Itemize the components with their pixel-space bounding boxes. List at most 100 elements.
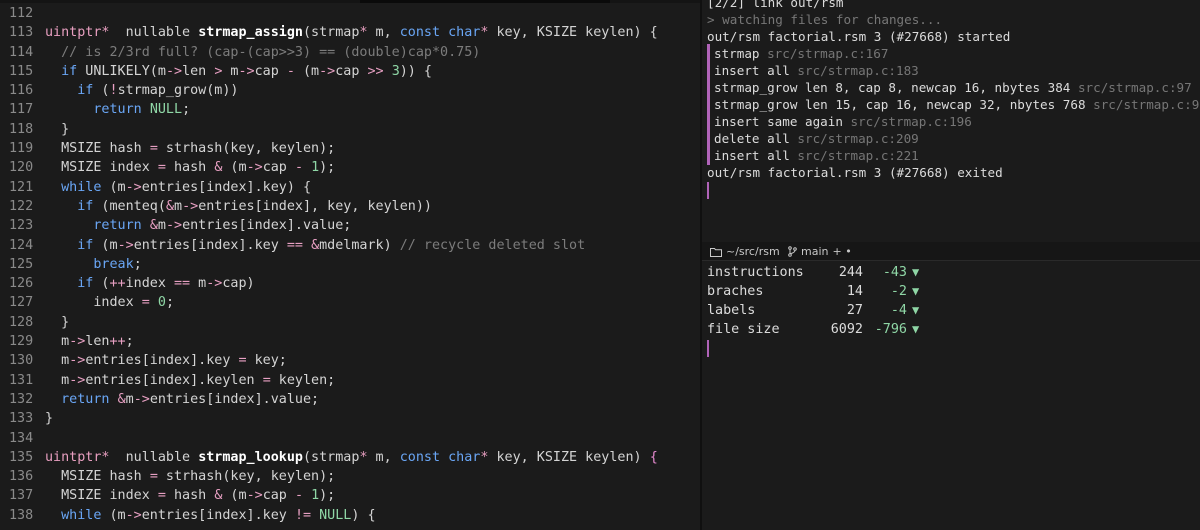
trend-down-icon: ▼: [912, 265, 920, 279]
code-token: }: [45, 121, 70, 137]
code-token: {: [649, 449, 658, 465]
code-line[interactable]: 131 m->entries[index].keylen = keylen;: [0, 371, 658, 390]
code-line[interactable]: 129 m->len++;: [0, 332, 658, 351]
code-line[interactable]: 120 MSIZE index = hash & (m->cap - 1);: [0, 158, 658, 177]
stat-value: 244: [838, 265, 863, 280]
log-message: insert same again: [714, 114, 843, 129]
line-number: 126: [9, 276, 34, 292]
code-token: uintptr*: [45, 449, 110, 465]
code-token: while: [61, 507, 102, 523]
code-token: const: [399, 25, 441, 41]
line-code: uintptr* nullable strmap_assign(strmap* …: [45, 25, 658, 40]
code-token: if: [77, 83, 94, 99]
code-line[interactable]: 138 while (m->entries[index].key != NULL…: [0, 506, 658, 525]
line-code: break;: [45, 256, 142, 272]
code-token: (m: [222, 160, 247, 176]
code-token: 3: [391, 63, 400, 79]
code-token: index: [125, 276, 174, 292]
code-line[interactable]: 116 if (!strmap_grow(m)): [0, 81, 658, 100]
stats-pane[interactable]: instructions 244 -43 ▼ braches 14 -2 ▼ labels 27-…: [702, 262, 1200, 530]
code-token: ;: [165, 295, 174, 311]
log-source-ref[interactable]: src/strmap.c:196: [851, 114, 972, 129]
terminal-started-line: out/rsm factorial.rsm 3 (#27668) started: [707, 29, 1011, 44]
code-token: MSIZE hash: [45, 469, 150, 485]
code-line[interactable]: 117 return NULL;: [0, 100, 658, 119]
code-line[interactable]: 122 if (menteq(&m->entries[index], key, …: [0, 197, 658, 216]
code-token: ->: [69, 353, 86, 369]
stat-label: instructions: [707, 265, 804, 280]
line-code: return &m->entries[index].value;: [45, 218, 351, 233]
log-line: strmap_grow len 15, cap 16, newcap 32, n…: [714, 96, 1200, 113]
code-token: index: [45, 295, 142, 311]
code-token: if: [61, 63, 78, 79]
code-token: ->: [319, 63, 336, 79]
log-source-ref[interactable]: src/strmap.c:221: [797, 148, 918, 163]
log-source-ref[interactable]: src/strmap.c:209: [797, 131, 918, 146]
code-token: -: [294, 160, 303, 176]
log-line: delete all src/strmap.c:209: [714, 130, 919, 147]
code-token: MSIZE index: [45, 488, 158, 504]
code-token: ->: [133, 391, 150, 407]
code-line[interactable]: 135 uintptr* nullable strmap_lookup(strma…: [0, 448, 658, 467]
code-token: key, KSIZE keylen): [488, 449, 650, 465]
code-lines[interactable]: 112 113 uintptr* nullable strmap_assign(st…: [0, 4, 658, 525]
log-line: insert same again src/strmap.c:196: [714, 113, 972, 130]
git-branch-indicator[interactable]: main + •: [788, 245, 852, 258]
log-message: strmap: [714, 46, 760, 61]
code-line[interactable]: 133}: [0, 409, 658, 428]
line-code: if (++index == m->cap): [45, 276, 254, 292]
code-line[interactable]: 132 return &m->entries[index].value;: [0, 390, 658, 409]
code-line[interactable]: 112: [0, 4, 658, 23]
code-token: (m: [222, 488, 247, 504]
log-source-ref[interactable]: src/strmap.c:183: [797, 63, 918, 78]
cwd-label: ~/src/rsm: [726, 245, 780, 258]
code-editor[interactable]: 112 113 uintptr* nullable strmap_assign(st…: [0, 0, 700, 530]
log-line: strmap src/strmap.c:167: [714, 45, 888, 62]
code-line[interactable]: 137 MSIZE index = hash & (m->cap - 1);: [0, 486, 658, 505]
code-line[interactable]: 124 if (m->entries[index].key == &mdelma…: [0, 236, 658, 255]
code-token: ++: [109, 334, 126, 350]
code-line[interactable]: 126 if (++index == m->cap): [0, 274, 658, 293]
log-group-bar: [707, 44, 710, 165]
code-line[interactable]: 123 return &m->entries[index].value;: [0, 216, 658, 235]
code-line[interactable]: 115 if UNLIKELY(m->len > m->cap - (m->ca…: [0, 62, 658, 81]
code-line[interactable]: 121 while (m->entries[index].key) {: [0, 178, 658, 197]
code-token: strmap_grow(m)): [117, 83, 239, 99]
log-source-ref[interactable]: src/strmap.c:97: [1093, 97, 1200, 112]
code-token: ==: [286, 237, 303, 253]
code-token: ->: [165, 63, 183, 79]
log-source-ref[interactable]: src/strmap.c:167: [767, 46, 888, 61]
code-line[interactable]: 130 m->entries[index].key = key;: [0, 351, 658, 370]
code-token: =: [262, 372, 271, 388]
code-token: // is 2/3rd full? (cap-(cap>>3) == (doub…: [61, 44, 481, 60]
code-line[interactable]: 136 MSIZE hash = strhash(key, keylen);: [0, 467, 658, 486]
code-token: !=: [294, 507, 312, 523]
code-token: key, KSIZE keylen) {: [488, 25, 658, 41]
code-line[interactable]: 125 break;: [0, 255, 658, 274]
terminal-pane[interactable]: [2/2] link out/rsm > watching files for …: [702, 0, 1200, 242]
code-token: *: [359, 449, 368, 465]
code-line[interactable]: 118 }: [0, 120, 658, 139]
code-token: strmap_lookup: [198, 449, 303, 465]
code-line[interactable]: 119 MSIZE hash = strhash(key, keylen);: [0, 139, 658, 158]
line-code: if (m->entries[index].key == &mdelmark) …: [45, 238, 585, 253]
code-line[interactable]: 128 }: [0, 313, 658, 332]
code-line[interactable]: 113 uintptr* nullable strmap_assign(strma…: [0, 23, 658, 42]
log-source-ref[interactable]: src/strmap.c:97: [1078, 80, 1192, 95]
code-token: ;: [133, 256, 142, 272]
code-token: ->: [246, 488, 263, 504]
code-line[interactable]: 114 // is 2/3rd full? (cap-(cap>>3) == (…: [0, 43, 658, 62]
code-token: )): [399, 63, 416, 79]
line-number: 135: [9, 449, 34, 465]
code-line[interactable]: 134: [0, 429, 658, 448]
stat-delta: -43: [882, 265, 907, 280]
code-token: !: [109, 83, 118, 99]
code-line[interactable]: 127 index = 0;: [0, 293, 658, 312]
code-token: -: [286, 63, 295, 79]
code-token: strmap_assign: [198, 25, 303, 41]
cwd-indicator[interactable]: ~/src/rsm: [710, 245, 780, 258]
code-token: m: [157, 218, 166, 234]
